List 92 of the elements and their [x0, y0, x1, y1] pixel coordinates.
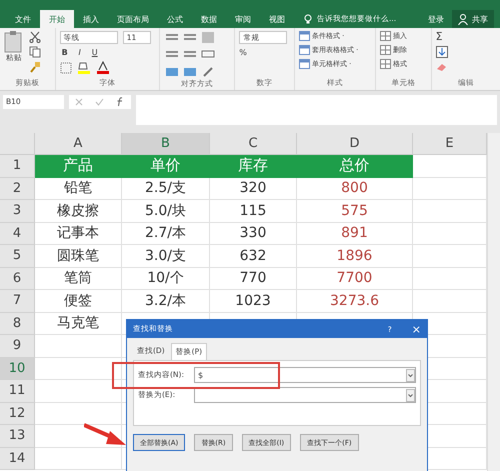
underline-button[interactable]: U	[90, 48, 100, 57]
row-header[interactable]: 11	[0, 380, 35, 402]
ribbon-tab[interactable]: 审阅	[226, 10, 260, 28]
function-icon[interactable]	[116, 97, 125, 107]
table-cell[interactable]	[35, 402, 122, 425]
cancel-icon[interactable]	[75, 98, 83, 106]
table-cell[interactable]: 3.0/支	[122, 245, 210, 268]
row-header[interactable]: 1	[0, 155, 35, 178]
row-header[interactable]: 3	[0, 200, 35, 222]
check-icon[interactable]	[95, 98, 104, 106]
row-header[interactable]: 8	[0, 312, 35, 335]
row-header[interactable]: 5	[0, 245, 35, 268]
brush-icon[interactable]	[29, 61, 41, 73]
grid-icon	[380, 45, 391, 55]
fill-color-icon[interactable]	[76, 61, 91, 74]
lightbulb-icon	[304, 14, 312, 24]
table-cell[interactable]	[35, 380, 122, 402]
arrow-overlay	[84, 423, 126, 447]
column-header[interactable]: D	[297, 133, 413, 155]
ribbon-tab[interactable]: 数据	[192, 10, 226, 28]
table-cell[interactable]	[35, 335, 122, 358]
table-cell[interactable]: 马克笔	[35, 312, 122, 335]
column-header[interactable]: C	[210, 133, 297, 155]
ribbon-tab[interactable]: 文件	[6, 10, 40, 28]
ribbon-tab[interactable]: 插入	[74, 10, 108, 28]
table-cell[interactable]: 橡皮擦	[35, 200, 122, 222]
row-header[interactable]: 13	[0, 425, 35, 448]
table-cell[interactable]: 铅笔	[35, 178, 122, 200]
table-cell[interactable]: 5.0/块	[122, 200, 210, 222]
border-icon[interactable]	[60, 62, 72, 74]
copy-icon[interactable]	[29, 46, 41, 58]
table-cell[interactable]: 1896	[297, 245, 413, 268]
table-cell[interactable]: 115	[210, 200, 297, 222]
close-button[interactable]: ×	[412, 322, 421, 336]
row-header[interactable]: 6	[0, 268, 35, 290]
table-cell[interactable]: 575	[297, 200, 413, 222]
font-color-icon[interactable]	[96, 61, 110, 74]
table-cell[interactable]: 10/个	[122, 268, 210, 290]
column-header[interactable]: B	[122, 133, 210, 155]
ribbon-tab[interactable]: 开始	[40, 10, 74, 28]
table-cell[interactable]	[35, 358, 122, 380]
grid-icon	[380, 31, 391, 41]
row-header[interactable]: 10	[0, 358, 35, 380]
table-cell[interactable]: 330	[210, 222, 297, 245]
row-header[interactable]: 7	[0, 290, 35, 312]
formula-field[interactable]	[136, 95, 497, 125]
ribbon-tab[interactable]: 公式	[158, 10, 192, 28]
table-cell[interactable]: 圆珠笔	[35, 245, 122, 268]
replace-field[interactable]	[194, 387, 416, 403]
ribbon-tab[interactable]: 视图	[260, 10, 294, 28]
share-button[interactable]: 共享	[452, 10, 494, 28]
table-cell[interactable]: 2.5/支	[122, 178, 210, 200]
table-style-icon	[298, 31, 310, 41]
table-cell[interactable]: 记事本	[35, 222, 122, 245]
find-field[interactable]: $	[194, 367, 416, 383]
ribbon-tab[interactable]: 页面布局	[108, 10, 158, 28]
table-cell[interactable]: 7700	[297, 268, 413, 290]
table-cell[interactable]	[35, 448, 122, 470]
dropdown-icon[interactable]	[406, 388, 415, 402]
fill-down-icon[interactable]	[436, 46, 448, 58]
autosum-button[interactable]: Σ	[436, 31, 496, 42]
sign-in-link[interactable]: 登录	[420, 10, 452, 28]
table-cell[interactable]: 笔筒	[35, 268, 122, 290]
table-cell[interactable]: 3.2/本	[122, 290, 210, 312]
table-cell[interactable]: 770	[210, 268, 297, 290]
row-header[interactable]: 2	[0, 178, 35, 200]
row-header[interactable]: 9	[0, 335, 35, 358]
scroll-bar[interactable]	[487, 133, 500, 471]
scissors-icon[interactable]	[29, 31, 41, 43]
table-cell[interactable]: 2.7/本	[122, 222, 210, 245]
dropdown-icon[interactable]	[406, 368, 415, 382]
column-header[interactable]: A	[35, 133, 122, 155]
bold-button[interactable]: B	[60, 48, 70, 57]
row-header[interactable]: 14	[0, 448, 35, 470]
table-style-icon	[298, 59, 310, 69]
row-header[interactable]: 12	[0, 402, 35, 425]
row-header[interactable]: 4	[0, 222, 35, 245]
table-cell[interactable]: 800	[297, 178, 413, 200]
table-cell[interactable]: 便签	[35, 290, 122, 312]
grid-icon	[380, 59, 391, 69]
table-style-icon	[298, 45, 310, 55]
clipboard-icon	[4, 31, 24, 53]
percent-button[interactable]: %	[239, 48, 290, 57]
person-icon	[458, 14, 468, 24]
table-cell[interactable]: 891	[297, 222, 413, 245]
column-header[interactable]: E	[413, 133, 487, 155]
table-cell[interactable]: 632	[210, 245, 297, 268]
table-cell[interactable]: 1023	[210, 290, 297, 312]
select-all-corner[interactable]	[0, 133, 35, 155]
table-cell[interactable]: 320	[210, 178, 297, 200]
table-cell[interactable]: 3273.6	[297, 290, 413, 312]
italic-button[interactable]: I	[74, 48, 85, 57]
